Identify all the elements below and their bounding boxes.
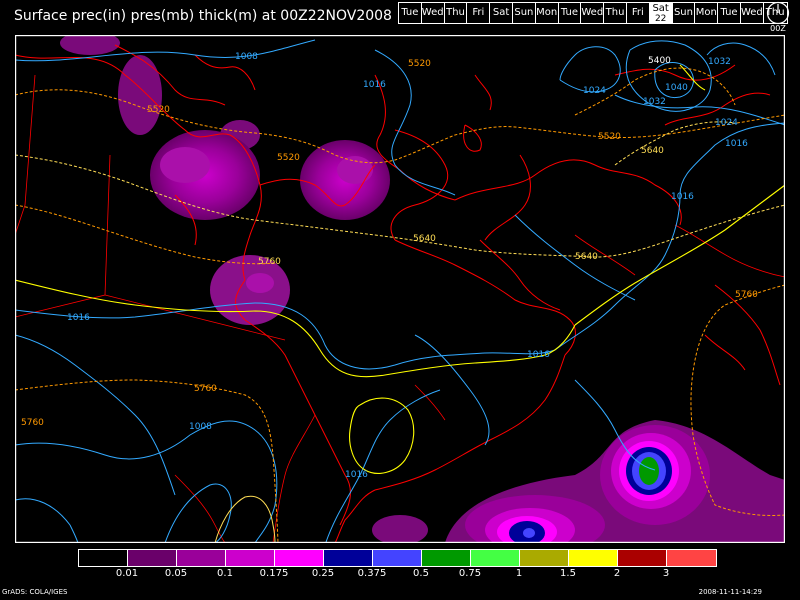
pressure-label: 1016 — [67, 313, 90, 323]
legend-label: 0.175 — [259, 568, 289, 579]
thickness-label: 5640 — [575, 252, 598, 262]
credit-text: GrADS: COLA/IGES — [2, 588, 68, 596]
thickness-label: 5640 — [641, 146, 664, 156]
color-legend — [78, 549, 717, 567]
day-tab-active[interactable]: Sat 22 — [649, 3, 673, 23]
legend-swatch — [128, 550, 177, 566]
day-tab[interactable]: Thu — [604, 3, 627, 23]
day-tab[interactable]: Fri — [467, 3, 491, 23]
thickness-label: 5400 — [648, 56, 671, 66]
legend-swatch — [618, 550, 667, 566]
pressure-label: 1016 — [363, 80, 386, 90]
pressure-label: 1016 — [527, 350, 550, 360]
legend-swatch — [667, 550, 716, 566]
day-tab[interactable]: Tue — [399, 3, 422, 23]
clock-icon[interactable]: 00Z — [766, 1, 790, 34]
legend-label: 0.5 — [413, 568, 429, 579]
legend-swatch — [373, 550, 422, 566]
legend-label: 0.1 — [217, 568, 233, 579]
legend-swatch — [324, 550, 373, 566]
day-tab[interactable]: Tue — [718, 3, 741, 23]
thickness-label: 5640 — [413, 234, 436, 244]
day-tab[interactable]: Thu — [445, 3, 468, 23]
day-tab[interactable]: Wed — [581, 3, 605, 23]
pressure-label: 1032 — [643, 97, 666, 107]
legend-swatch — [275, 550, 324, 566]
legend-swatch — [177, 550, 226, 566]
legend-label: 0.375 — [357, 568, 387, 579]
thickness-label: 5760 — [21, 418, 44, 428]
thickness-label: 5520 — [147, 105, 170, 115]
legend-label: 3 — [662, 568, 670, 579]
pressure-label: 1032 — [708, 57, 731, 67]
thickness-label: 5520 — [408, 59, 431, 69]
thickness-label: 5520 — [598, 132, 621, 142]
pressure-label: 1016 — [671, 192, 694, 202]
weather-map: 1008 1016 1024 1032 1040 1016 1024 1032 … — [15, 35, 785, 543]
pressure-label: 1016 — [725, 139, 748, 149]
legend-label: 1 — [515, 568, 523, 579]
day-tab[interactable]: Fri — [627, 3, 650, 23]
legend-swatch — [520, 550, 569, 566]
legend-label: 2 — [613, 568, 621, 579]
pressure-label: 1008 — [189, 422, 212, 432]
pressure-label: 1024 — [715, 118, 738, 128]
legend-swatch — [422, 550, 471, 566]
day-tab[interactable]: Mon — [536, 3, 559, 23]
thickness-label: 5760 — [735, 290, 758, 300]
pressure-label: 1024 — [583, 86, 606, 96]
legend-label: 0.05 — [164, 568, 188, 579]
day-tab[interactable]: Wed — [741, 3, 764, 23]
pressure-label: 1016 — [345, 470, 368, 480]
thickness-label: 5760 — [258, 257, 281, 267]
map-title: Surface prec(in) pres(mb) thick(m) at 00… — [14, 8, 392, 24]
day-tab[interactable]: Sun — [673, 3, 696, 23]
clock-label: 00Z — [770, 24, 786, 33]
legend-swatch — [226, 550, 275, 566]
legend-swatch — [569, 550, 618, 566]
day-selector: Tue Wed Thu Fri Sat Sun Mon Tue Wed Thu … — [398, 2, 788, 24]
thickness-label: 5760 — [194, 384, 217, 394]
legend-swatch — [79, 550, 128, 566]
legend-label: 0.25 — [311, 568, 335, 579]
legend-swatch — [471, 550, 520, 566]
legend-label: 0.75 — [458, 568, 482, 579]
day-tab[interactable]: Mon — [695, 3, 719, 23]
timestamp-text: 2008-11-11-14:29 — [698, 588, 762, 596]
day-tab[interactable]: Tue — [559, 3, 582, 23]
pressure-label: 1040 — [665, 83, 688, 93]
pressure-label: 1008 — [235, 52, 258, 62]
legend-label: 1.5 — [560, 568, 576, 579]
legend-label: 0.01 — [115, 568, 139, 579]
day-tab[interactable]: Wed — [422, 3, 445, 23]
day-tab[interactable]: Sun — [513, 3, 536, 23]
day-date: 22 — [654, 14, 667, 23]
day-tab[interactable]: Sat — [490, 3, 513, 23]
thickness-label: 5520 — [277, 153, 300, 163]
